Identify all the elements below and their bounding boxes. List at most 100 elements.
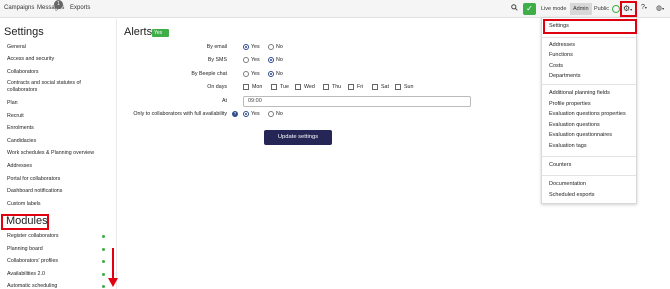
by-sms-yes-radio[interactable] [243,57,249,63]
sidebar-item-addresses[interactable]: Addresses [7,163,32,169]
menu-divider [542,37,636,38]
sidebar-item-plan[interactable]: Plan [7,100,18,106]
menu-item-addresses[interactable]: Addresses [549,42,575,48]
modules-highlight: Modules [1,214,49,230]
time-input[interactable]: 09:00 [243,96,471,107]
help-icon[interactable]: ?▾ [641,4,647,11]
scroll-down-arrow-icon [108,248,118,289]
sidebar-item-dashboard-notifications[interactable]: Dashboard notifications [7,188,62,194]
menu-divider [542,156,636,157]
sidebar-item-custom-labels[interactable]: Custom labels [7,201,41,207]
full-availability-no-radio[interactable] [268,111,274,117]
day-mon-label: Mon [252,84,263,90]
day-sat-label: Sat [381,84,389,90]
by-email-yes-label: Yes [251,44,260,50]
full-availability-yes-radio[interactable] [243,111,249,117]
by-email-yes-radio[interactable] [243,44,249,50]
sidebar-item-recruit[interactable]: Recruit [7,113,24,119]
nav-exports[interactable]: Exports [70,5,90,11]
live-mode-label[interactable]: Live mode [538,3,569,15]
by-sms-label: By SMS [207,57,227,63]
at-label: At [221,98,227,104]
day-fri-checkbox[interactable] [348,84,354,90]
menu-item-counters[interactable]: Counters [549,162,571,168]
module-active-dot [102,285,105,288]
by-sms-yes-label: Yes [251,57,260,63]
by-sms-no-radio[interactable] [268,57,274,63]
settings-heading: Settings [4,26,44,38]
sidebar-item-work-schedules[interactable]: Work schedules & Planning overview [7,150,94,156]
live-mode-check-icon[interactable]: ✓ [523,3,536,15]
by-email-no-radio[interactable] [268,44,274,50]
public-tab[interactable]: Public [591,3,612,15]
day-mon-checkbox[interactable] [243,84,249,90]
by-email-label: By email [206,44,227,50]
day-wed-checkbox[interactable] [295,84,301,90]
menu-item-evaluation-questionnaires[interactable]: Evaluation questionnaires [549,132,612,138]
update-settings-button[interactable]: Update settings [264,130,332,145]
sidebar: Settings General Access and security Col… [0,19,118,289]
menu-item-evaluation-tags[interactable]: Evaluation tags [549,143,587,149]
day-tue-label: Tue [280,84,289,90]
sidebar-item-candidacies[interactable]: Candidacies [7,138,36,144]
day-wed-label: Wed [304,84,315,90]
globe-icon[interactable]: ◍▾ [656,4,664,12]
sidebar-item-enrolments[interactable]: Enrolments [7,125,34,131]
alerts-enabled-badge[interactable]: Yes [152,29,169,37]
by-beeple-chat-label: By Beeple chat [191,71,227,77]
module-planning-board[interactable]: Planning board [7,246,43,252]
menu-item-settings[interactable]: Settings [549,23,569,29]
search-icon[interactable] [511,4,518,13]
by-chat-yes-radio[interactable] [243,71,249,77]
module-active-dot [102,273,105,276]
settings-dropdown-menu: Settings Addresses Functions Costs Depar… [541,17,637,204]
module-register-collaborators[interactable]: Register collaborators [7,233,59,239]
by-chat-no-radio[interactable] [268,71,274,77]
modules-heading: Modules [6,215,48,227]
day-thu-label: Thu [332,84,342,90]
menu-item-departments[interactable]: Departments [549,73,581,79]
module-active-dot [102,260,105,263]
menu-item-scheduled-exports[interactable]: Scheduled exports [549,192,595,198]
gear-icon: ⚙▾ [623,4,633,13]
on-days-label: On days [207,84,227,90]
full-availability-no-label: No [276,111,283,117]
module-active-dot [102,235,105,238]
menu-divider [542,84,636,85]
module-availabilities[interactable]: Availabilities 2.0 [7,271,45,277]
module-collaborators-profiles[interactable]: Collaborators' profiles [7,258,58,264]
menu-item-additional-planning-fields[interactable]: Additional planning fields [549,90,610,96]
nav-campaigns[interactable]: Campaigns [4,5,34,11]
module-active-dot [102,248,105,251]
sidebar-item-access-security[interactable]: Access and security [7,56,54,62]
full-availability-label: Only to collaborators with full availabi… [133,111,227,117]
day-thu-checkbox[interactable] [323,84,329,90]
status-ring-icon [612,5,620,13]
settings-gear-button[interactable]: ⚙▾ [620,1,637,17]
admin-tab[interactable]: Admin [570,3,592,15]
day-sun-checkbox[interactable] [395,84,401,90]
menu-item-evaluation-questions-properties[interactable]: Evaluation questions properties [549,111,626,117]
by-chat-yes-label: Yes [251,71,260,77]
menu-item-functions[interactable]: Functions [549,52,573,58]
day-tue-checkbox[interactable] [271,84,277,90]
sidebar-item-portal[interactable]: Portal for collaborators [7,176,60,182]
menu-divider [542,175,636,176]
info-help-icon[interactable]: ? [232,111,238,117]
menu-item-evaluation-questions[interactable]: Evaluation questions [549,122,600,128]
day-sat-checkbox[interactable] [372,84,378,90]
sidebar-item-contracts[interactable]: Contracts and social statutes of collabo… [7,80,109,94]
day-fri-label: Fri [357,84,364,90]
alerts-title: Alerts [124,26,153,38]
module-automatic-scheduling[interactable]: Automatic scheduling [7,283,57,289]
menu-item-profile-properties[interactable]: Profile properties [549,101,591,107]
by-email-no-label: No [276,44,283,50]
menu-item-documentation[interactable]: Documentation [549,181,586,187]
sidebar-item-general[interactable]: General [7,44,26,50]
by-sms-no-label: No [276,57,283,63]
full-availability-yes-label: Yes [251,111,260,117]
menu-item-costs[interactable]: Costs [549,63,563,69]
sidebar-item-collaborators[interactable]: Collaborators [7,69,39,75]
messages-count-badge: 1 [54,0,63,9]
by-chat-no-label: No [276,71,283,77]
